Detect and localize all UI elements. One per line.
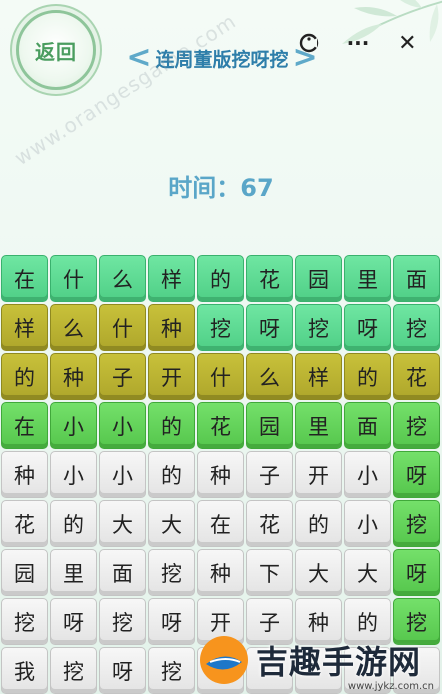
character-tile[interactable]: 挖 (393, 402, 440, 449)
character-tile[interactable]: 什 (50, 255, 97, 302)
character-tile[interactable]: 种 (1, 451, 48, 498)
character-tile[interactable]: 种 (197, 549, 244, 596)
character-tile[interactable]: 样 (148, 255, 195, 302)
character-tile[interactable]: 呀 (246, 304, 293, 351)
character-tile[interactable]: 小 (344, 500, 391, 547)
character-tile[interactable]: 在 (1, 255, 48, 302)
character-tile[interactable]: 开 (295, 451, 342, 498)
character-tile[interactable]: 花 (246, 255, 293, 302)
character-tile[interactable]: 面 (344, 402, 391, 449)
logo-text: 吉趣手游网 (256, 643, 422, 681)
character-tile[interactable]: 的 (148, 451, 195, 498)
character-tile[interactable]: 的 (295, 500, 342, 547)
character-tile[interactable]: 开 (148, 353, 195, 400)
character-tile[interactable]: 小 (50, 402, 97, 449)
character-tile[interactable]: 里 (295, 402, 342, 449)
character-tile[interactable]: 花 (1, 500, 48, 547)
character-tile[interactable]: 的 (344, 353, 391, 400)
character-tile[interactable]: 大 (344, 549, 391, 596)
game-center-icon (299, 33, 318, 53)
character-tile[interactable]: 大 (148, 500, 195, 547)
character-tile[interactable]: 什 (197, 353, 244, 400)
character-tile[interactable]: 挖 (99, 598, 146, 645)
character-tile[interactable]: 园 (1, 549, 48, 596)
game-center-button[interactable] (291, 25, 327, 61)
character-tile[interactable]: 面 (393, 255, 440, 302)
character-tile[interactable]: 呀 (99, 647, 146, 694)
mini-program-capsule: ··· ✕ (284, 24, 432, 62)
character-tile[interactable]: 面 (99, 549, 146, 596)
character-tile[interactable]: 挖 (295, 304, 342, 351)
character-tile[interactable]: 里 (50, 549, 97, 596)
character-tile[interactable]: 大 (99, 500, 146, 547)
character-tile[interactable]: 呀 (393, 451, 440, 498)
character-tile[interactable]: 里 (344, 255, 391, 302)
back-button-label: 返回 (35, 39, 77, 64)
character-tile[interactable]: 挖 (197, 304, 244, 351)
character-tile[interactable]: 小 (344, 451, 391, 498)
character-tile[interactable]: 挖 (50, 647, 97, 694)
character-tile[interactable]: 花 (393, 353, 440, 400)
character-tile[interactable]: 园 (246, 402, 293, 449)
character-tile[interactable]: 小 (99, 402, 146, 449)
character-tile[interactable]: 园 (295, 255, 342, 302)
site-logo: 吉趣手游网 www.jykz.com.cn (196, 626, 442, 694)
character-tile[interactable]: 挖 (148, 549, 195, 596)
character-tile[interactable]: 种 (197, 451, 244, 498)
character-tile[interactable]: 在 (1, 402, 48, 449)
character-tile[interactable]: 在 (197, 500, 244, 547)
character-tile[interactable]: 呀 (344, 304, 391, 351)
close-icon: ✕ (398, 30, 417, 56)
more-icon: ··· (346, 31, 370, 55)
character-tile[interactable]: 子 (99, 353, 146, 400)
character-tile[interactable]: 子 (246, 451, 293, 498)
character-tile[interactable]: 呀 (393, 549, 440, 596)
character-tile[interactable]: 种 (148, 304, 195, 351)
character-tile[interactable]: 花 (246, 500, 293, 547)
character-tile[interactable]: 大 (295, 549, 342, 596)
character-tile[interactable]: 的 (50, 500, 97, 547)
character-tile[interactable]: 么 (50, 304, 97, 351)
character-tile[interactable]: 小 (99, 451, 146, 498)
character-tile[interactable]: 挖 (393, 500, 440, 547)
character-tile[interactable]: 呀 (148, 598, 195, 645)
character-tile[interactable]: 挖 (148, 647, 195, 694)
level-title: 连周董版挖呀挖 (155, 48, 289, 71)
character-tile[interactable]: 的 (148, 402, 195, 449)
character-tile[interactable]: 么 (246, 353, 293, 400)
back-button[interactable]: 返回 (16, 10, 96, 90)
character-tile[interactable]: 什 (99, 304, 146, 351)
character-tile[interactable]: 样 (1, 304, 48, 351)
close-button[interactable]: ✕ (389, 25, 425, 61)
countdown-timer: 时间：67 (168, 174, 274, 202)
fish-logo-icon (200, 636, 248, 684)
character-tile[interactable]: 样 (295, 353, 342, 400)
character-tile[interactable]: 么 (99, 255, 146, 302)
character-tile[interactable]: 种 (50, 353, 97, 400)
chevron-left-icon: < (126, 40, 152, 75)
character-tile[interactable]: 挖 (393, 304, 440, 351)
character-tile[interactable]: 的 (197, 255, 244, 302)
character-tile[interactable]: 的 (1, 353, 48, 400)
logo-url: www.jykz.com.cn (347, 681, 434, 692)
more-menu-button[interactable]: ··· (340, 25, 376, 61)
character-tile[interactable]: 花 (197, 402, 244, 449)
character-tile[interactable]: 小 (50, 451, 97, 498)
character-tile[interactable]: 挖 (1, 598, 48, 645)
character-tile[interactable]: 下 (246, 549, 293, 596)
character-tile[interactable]: 我 (1, 647, 48, 694)
character-tile[interactable]: 呀 (50, 598, 97, 645)
